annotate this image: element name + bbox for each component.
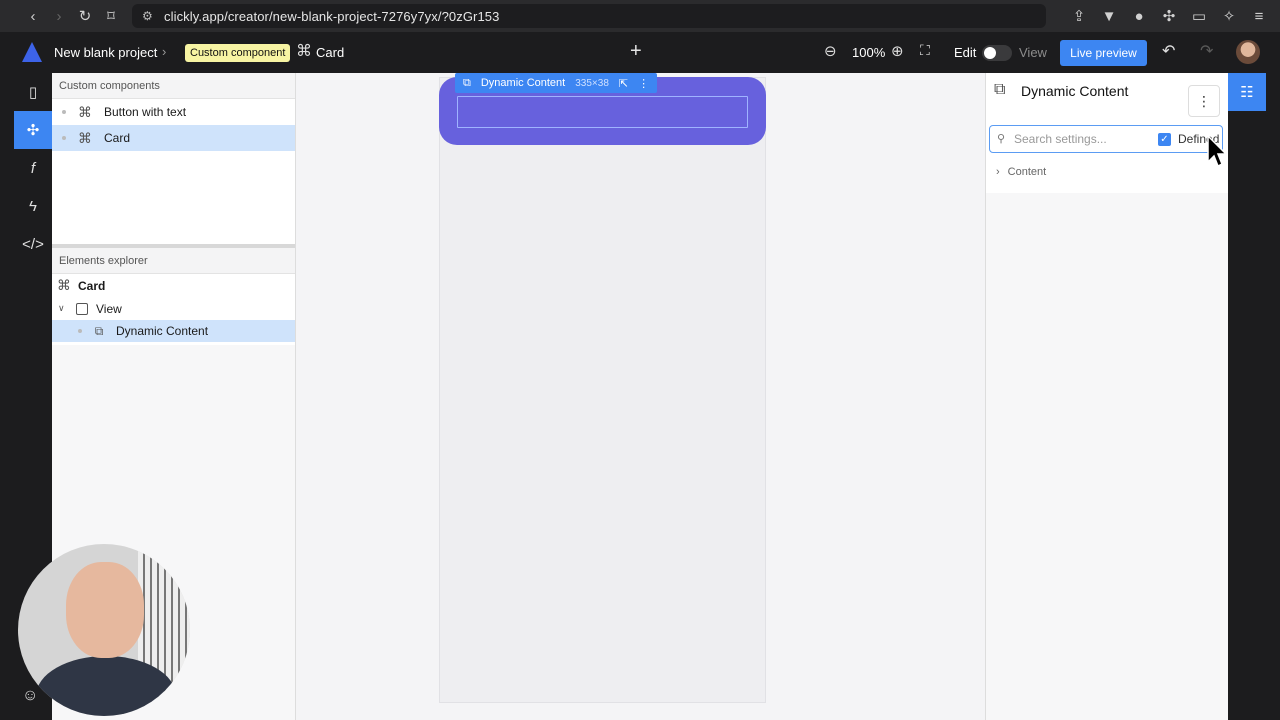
bullet-icon bbox=[78, 329, 82, 333]
explorer-root[interactable]: ⌘ Card bbox=[52, 274, 295, 297]
selection-label: ⧉ Dynamic Content 335×38 ⇱ ⋮ bbox=[455, 73, 658, 93]
explorer-dynamic-content[interactable]: ⧉ Dynamic Content bbox=[52, 320, 295, 342]
chevron-down-icon[interactable]: ∨ bbox=[58, 303, 68, 314]
toggle-knob bbox=[984, 47, 996, 59]
puzzle-icon: ⌘ bbox=[57, 277, 71, 293]
screens-icon[interactable]: ▯ bbox=[14, 73, 52, 111]
design-canvas[interactable]: ⧉ Dynamic Content 335×38 ⇱ ⋮ bbox=[295, 73, 985, 720]
device-frame[interactable] bbox=[439, 77, 766, 703]
components-header: Custom components bbox=[52, 73, 295, 99]
browser-extensions: ⇪ ▼ ● ✣ ▭ ✧ ≡ bbox=[1066, 3, 1272, 29]
puzzle-icon: ⌘ bbox=[296, 43, 312, 60]
dynamic-content-icon: ⧉ bbox=[463, 76, 471, 89]
avatar[interactable] bbox=[1236, 40, 1260, 64]
breadcrumb-badge[interactable]: Custom component bbox=[185, 44, 291, 62]
zoom-level[interactable]: 100% bbox=[852, 45, 885, 60]
dynamic-content-box[interactable] bbox=[457, 96, 748, 128]
defined-checkbox[interactable]: ✓ bbox=[1158, 133, 1171, 146]
shield-icon[interactable]: ▼ bbox=[1096, 3, 1122, 29]
breadcrumb-chevron-icon: › bbox=[162, 44, 167, 59]
settings-search[interactable]: ⚲ ✓ Defined bbox=[989, 125, 1223, 153]
explorer-header: Elements explorer bbox=[52, 248, 295, 274]
puzzle-icon: ⌘ bbox=[78, 103, 92, 120]
app-header: New blank project › Custom component ⌘ C… bbox=[0, 32, 1280, 73]
explorer-view[interactable]: ∨ View bbox=[52, 297, 295, 320]
more-options-icon[interactable]: ⋮ bbox=[1188, 85, 1220, 117]
bullet-icon bbox=[62, 136, 66, 140]
right-tool-rail: ☷ bbox=[1228, 73, 1266, 720]
selection-dims: 335×38 bbox=[575, 77, 609, 89]
component-item[interactable]: ⌘ Card bbox=[52, 125, 295, 151]
component-item[interactable]: ⌘ Button with text bbox=[52, 99, 295, 125]
view-icon bbox=[76, 302, 88, 315]
project-name[interactable]: New blank project bbox=[54, 45, 157, 60]
function-icon[interactable]: f bbox=[14, 149, 52, 187]
properties-header: ⧉ Dynamic Content ⋮ ⚲ ✓ Defined › Conten… bbox=[986, 73, 1228, 193]
settings-sliders-icon[interactable]: ☷ bbox=[1228, 73, 1266, 111]
component-label: Button with text bbox=[104, 105, 187, 119]
breadcrumb-current: Card bbox=[316, 45, 345, 60]
code-icon[interactable]: </> bbox=[14, 225, 52, 263]
live-preview-button[interactable]: Live preview bbox=[1060, 40, 1147, 66]
undo-icon[interactable]: ↶ bbox=[1162, 41, 1175, 61]
properties-panel: ⧉ Dynamic Content ⋮ ⚲ ✓ Defined › Conten… bbox=[985, 73, 1228, 720]
explorer-child-label: Dynamic Content bbox=[116, 324, 209, 338]
add-icon[interactable]: + bbox=[630, 40, 642, 63]
more-icon[interactable]: ⋮ bbox=[638, 77, 649, 90]
section-label: Content bbox=[1007, 166, 1047, 178]
redo-icon[interactable]: ↷ bbox=[1200, 41, 1213, 61]
forward-icon[interactable]: › bbox=[46, 3, 72, 29]
view-label: View bbox=[1019, 45, 1047, 60]
search-icon: ⚲ bbox=[997, 133, 1006, 145]
back-icon[interactable]: ‹ bbox=[20, 3, 46, 29]
wallet-icon[interactable]: ▭ bbox=[1186, 3, 1212, 29]
dynamic-content-icon: ⧉ bbox=[94, 323, 104, 338]
explorer-view-label: View bbox=[96, 301, 122, 316]
discord-icon[interactable]: ☺ bbox=[22, 687, 38, 705]
sparkle-icon[interactable]: ✧ bbox=[1216, 3, 1242, 29]
puzzle-icon[interactable]: ✣ bbox=[1156, 3, 1182, 29]
dynamic-content-icon: ⧉ bbox=[994, 81, 1006, 98]
selection-name: Dynamic Content bbox=[480, 77, 566, 89]
components-empty-space bbox=[52, 151, 295, 244]
edit-view-toggle[interactable] bbox=[982, 45, 1012, 61]
zoom-out-icon[interactable]: ⊖ bbox=[824, 42, 837, 60]
url-text: clickly.app/creator/new-blank-project-72… bbox=[164, 8, 500, 24]
webcam-person-face bbox=[66, 562, 144, 658]
share-icon[interactable]: ⇪ bbox=[1066, 3, 1092, 29]
address-bar[interactable]: ⚙ clickly.app/creator/new-blank-project-… bbox=[132, 4, 1046, 28]
webcam-overlay bbox=[18, 544, 190, 716]
select-parent-icon[interactable]: ⇱ bbox=[619, 77, 628, 90]
menu-icon[interactable]: ≡ bbox=[1246, 3, 1272, 29]
bullet-icon bbox=[62, 110, 66, 114]
site-settings-icon[interactable]: ⚙ bbox=[142, 9, 153, 23]
app-logo-icon[interactable] bbox=[22, 42, 42, 62]
lightning-icon[interactable]: ϟ bbox=[14, 187, 52, 225]
zoom-in-icon[interactable]: ⊕ bbox=[891, 42, 904, 60]
explorer-root-label: Card bbox=[78, 278, 106, 293]
fit-screen-icon[interactable]: ⛶ bbox=[920, 42, 930, 59]
edit-label: Edit bbox=[954, 45, 977, 60]
browser-toolbar: ‹ › ↻ ⌑ ⚙ clickly.app/creator/new-blank-… bbox=[0, 0, 1280, 32]
extension-m-icon[interactable]: ● bbox=[1126, 3, 1152, 29]
components-icon[interactable]: ✣ bbox=[14, 111, 52, 149]
reload-icon[interactable]: ↻ bbox=[72, 3, 98, 29]
component-label: Card bbox=[104, 131, 131, 145]
bookmark-icon[interactable]: ⌑ bbox=[98, 3, 124, 29]
chevron-right-icon: › bbox=[996, 166, 1000, 178]
mouse-cursor-icon bbox=[1207, 134, 1228, 168]
properties-title: Dynamic Content bbox=[1021, 83, 1129, 99]
search-input[interactable] bbox=[1014, 130, 1144, 148]
content-section[interactable]: › Content bbox=[996, 166, 1046, 178]
puzzle-icon: ⌘ bbox=[78, 129, 92, 146]
